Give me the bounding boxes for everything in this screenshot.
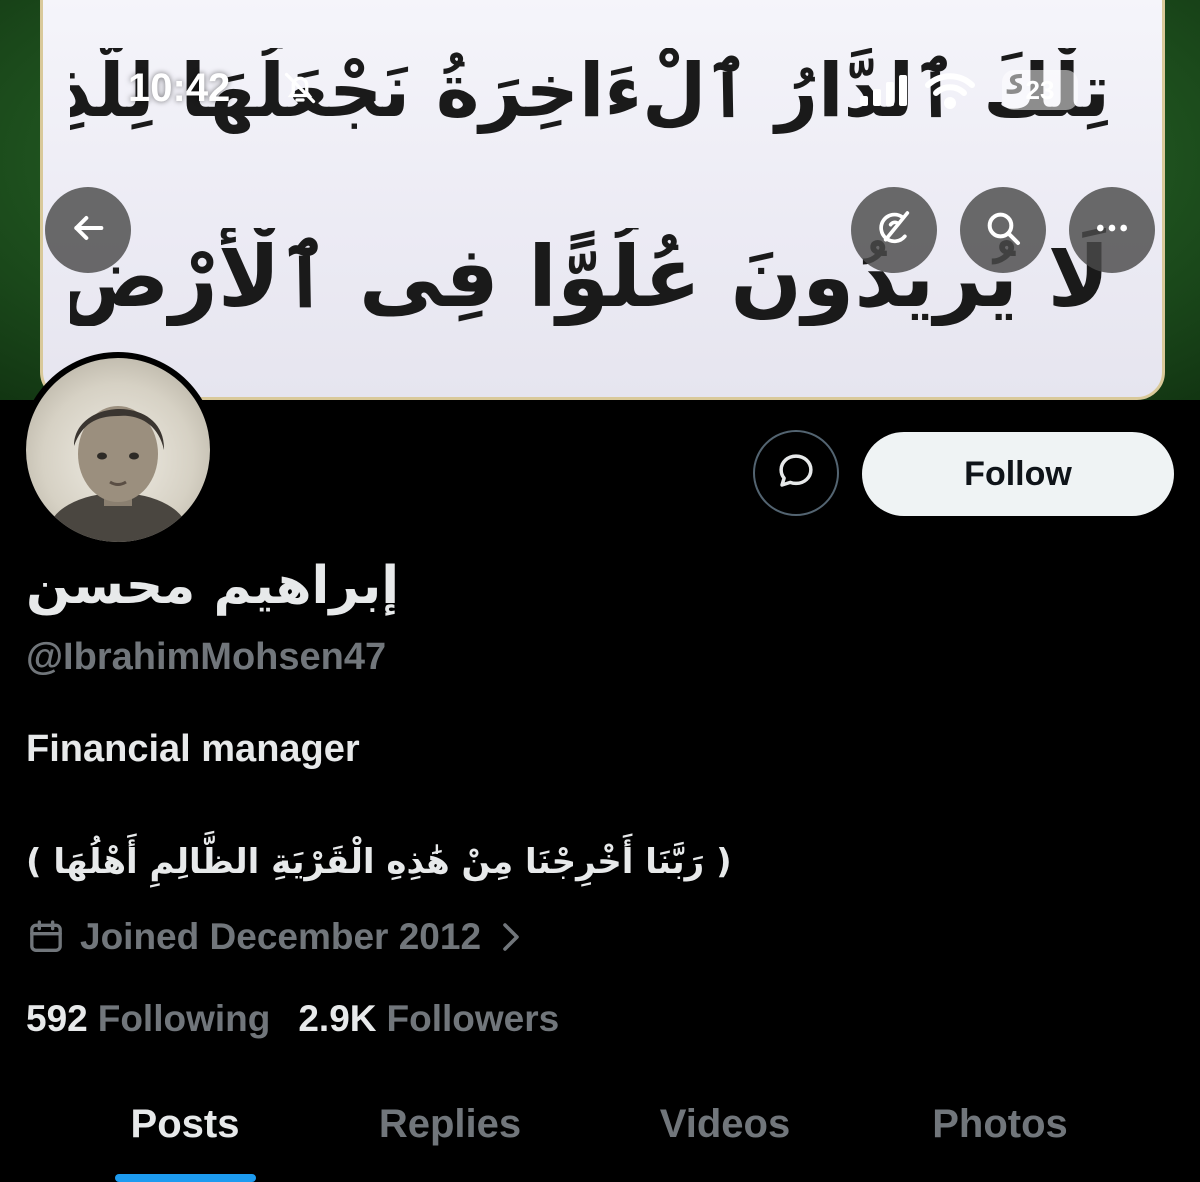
display-name: إبراهيم محسن [26, 556, 446, 616]
message-button[interactable] [753, 430, 839, 516]
tab-photos[interactable]: Photos [895, 1080, 1105, 1182]
tab-label: Replies [378, 1102, 522, 1146]
handle: @IbrahimMohsen47 [26, 636, 387, 678]
more-button[interactable] [1069, 187, 1155, 273]
profile-banner: تِلْكَ ٱلدَّارُ ٱلْءَاخِرَةُ نَجْعَلُهَا… [0, 0, 1200, 400]
joined-text: Joined December 2012 [80, 916, 482, 957]
bio-line-2: ( رَبَّنَا أَخْرِجْنَا مِنْ هَٰذِهِ الْق… [26, 842, 732, 882]
back-button[interactable] [45, 187, 131, 273]
tab-posts[interactable]: Posts [100, 1080, 270, 1182]
tab-label: Posts [130, 1102, 240, 1146]
tab-label: Photos [932, 1102, 1068, 1146]
following-label: Following [97, 998, 271, 1039]
following-link[interactable]: 592 Following [26, 998, 270, 1040]
wifi-icon [924, 72, 976, 115]
banner-verse-line-2: لَا يُرِيدُونَ عُلُوًّا فِى ٱلْأَرْضِ وَ… [70, 228, 1110, 326]
chevron-right-icon [497, 919, 525, 955]
follow-button[interactable]: Follow [862, 432, 1174, 516]
avatar[interactable] [26, 358, 210, 542]
more-icon [1092, 208, 1132, 253]
grok-button[interactable] [851, 187, 937, 273]
profile-tabs: Posts Replies Videos Photos [0, 1080, 1200, 1182]
followers-count: 2.9K [298, 998, 377, 1039]
signal-icon [858, 74, 910, 113]
joined-date[interactable]: Joined December 2012 [26, 916, 525, 958]
followers-link[interactable]: 2.9K Followers [298, 998, 559, 1040]
display-name-text: إبراهيم محسن [26, 556, 400, 616]
avatar-frame[interactable] [20, 352, 216, 548]
tab-videos[interactable]: Videos [625, 1080, 825, 1182]
battery-indicator: 23 [1002, 70, 1078, 110]
bio-line-1: Financial manager [26, 728, 360, 770]
tab-label: Videos [659, 1102, 791, 1146]
calendar-icon [26, 917, 66, 957]
search-icon [983, 208, 1023, 253]
message-icon [775, 450, 817, 497]
active-tab-indicator [115, 1174, 256, 1182]
status-time: 10:42 [128, 66, 231, 110]
follow-stats: 592 Following 2.9K Followers [26, 998, 559, 1040]
grok-icon [874, 208, 914, 253]
following-count: 592 [26, 998, 88, 1039]
bell-slash-icon [282, 70, 318, 111]
followers-label: Followers [386, 998, 560, 1039]
battery-level: 23 [1025, 74, 1055, 105]
arrow-left-icon [68, 208, 108, 253]
tab-replies[interactable]: Replies [345, 1080, 555, 1182]
search-button[interactable] [960, 187, 1046, 273]
